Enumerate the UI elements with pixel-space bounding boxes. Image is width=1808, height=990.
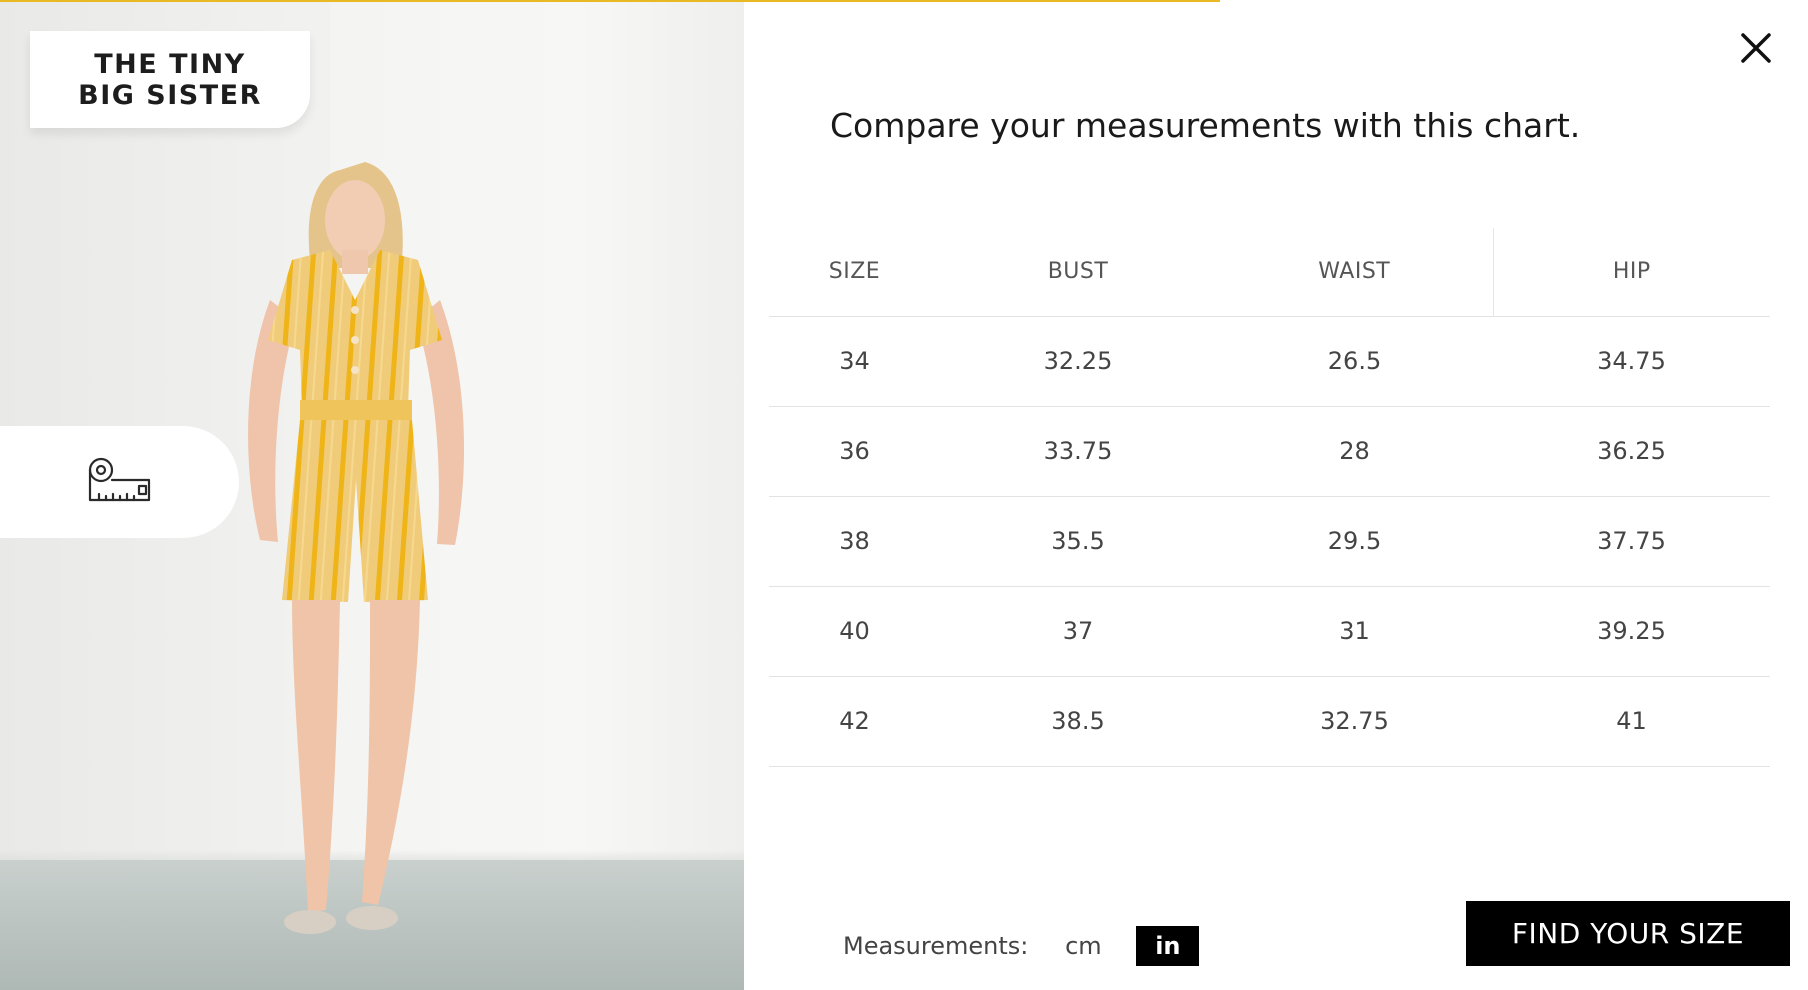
- unit-toggle: Measurements: cm in: [843, 926, 1200, 966]
- unit-in-option[interactable]: in: [1136, 926, 1200, 966]
- close-button[interactable]: [1738, 30, 1774, 66]
- cell-waist: 26.5: [1216, 316, 1493, 407]
- model-figure: [248, 162, 465, 934]
- table-row: 40 37 31 39.25: [769, 586, 1770, 677]
- measuring-tape-icon: [88, 457, 150, 502]
- cell-bust: 32.25: [940, 316, 1216, 407]
- brand-line-1: THE TINY: [94, 48, 246, 80]
- cell-waist: 29.5: [1216, 496, 1493, 587]
- cell-hip: 39.25: [1493, 586, 1770, 677]
- top-accent-bar: [0, 0, 1220, 2]
- header-bust: BUST: [940, 228, 1216, 317]
- cell-bust: 35.5: [940, 496, 1216, 587]
- unit-cm-option[interactable]: cm: [1058, 926, 1108, 966]
- table-row: 42 38.5 32.75 41: [769, 676, 1770, 767]
- cell-size: 38: [769, 496, 940, 587]
- cell-hip: 41: [1493, 676, 1770, 767]
- cell-size: 36: [769, 406, 940, 497]
- size-guide-tab[interactable]: [0, 426, 239, 538]
- brand-line-2: BIG SISTER: [78, 79, 262, 111]
- cell-size: 34: [769, 316, 940, 407]
- units-label: Measurements:: [843, 932, 1029, 960]
- table-row: 36 33.75 28 36.25: [769, 406, 1770, 497]
- cell-hip: 36.25: [1493, 406, 1770, 497]
- find-your-size-button[interactable]: FIND YOUR SIZE: [1466, 901, 1790, 966]
- table-header-row: SIZE BUST WAIST HIP: [769, 228, 1770, 317]
- header-hip: HIP: [1492, 228, 1770, 317]
- cell-waist: 28: [1216, 406, 1493, 497]
- cell-hip: 37.75: [1493, 496, 1770, 587]
- cell-hip: 34.75: [1493, 316, 1770, 407]
- table-row: 38 35.5 29.5 37.75: [769, 496, 1770, 587]
- size-chart-table: SIZE BUST WAIST HIP 34 32.25 26.5 34.75 …: [769, 228, 1770, 767]
- cell-bust: 37: [940, 586, 1216, 677]
- cell-waist: 32.75: [1216, 676, 1493, 767]
- cell-bust: 33.75: [940, 406, 1216, 497]
- cell-size: 40: [769, 586, 940, 677]
- table-row: 34 32.25 26.5 34.75: [769, 316, 1770, 407]
- cell-bust: 38.5: [940, 676, 1216, 767]
- header-size: SIZE: [769, 228, 940, 317]
- header-waist: WAIST: [1216, 228, 1493, 317]
- page-title: Compare your measurements with this char…: [830, 106, 1581, 145]
- cell-waist: 31: [1216, 586, 1493, 677]
- cell-size: 42: [769, 676, 940, 767]
- brand-logo: THE TINY BIG SISTER: [30, 31, 310, 128]
- close-icon: [1741, 33, 1771, 63]
